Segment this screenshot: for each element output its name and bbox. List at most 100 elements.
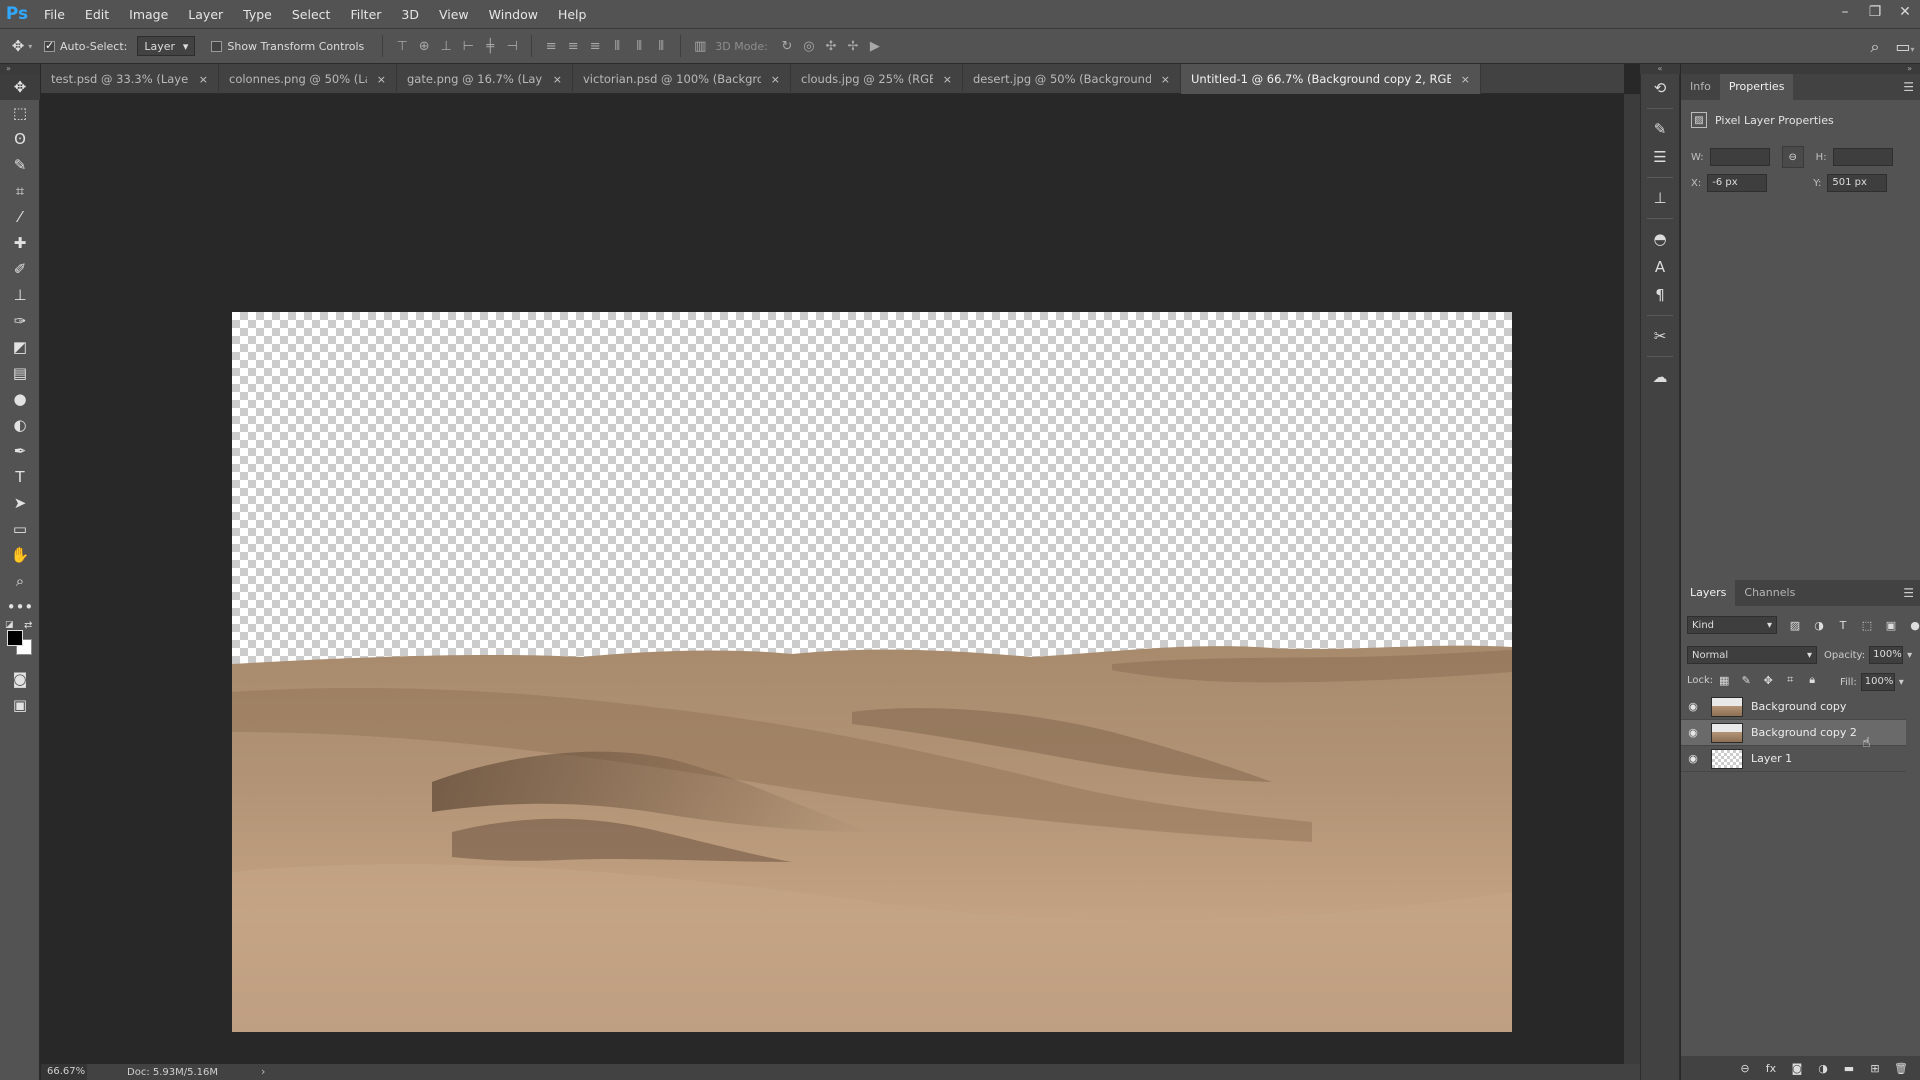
tab-test-psd[interactable]: test.psd @ 33.3% (Layer 3, RGB/8... × <box>41 64 219 94</box>
move-tool-preset-icon[interactable]: ✥ ▾ <box>0 37 44 55</box>
canvas-workspace[interactable] <box>41 94 1624 1064</box>
layer-row[interactable]: ◉ Background copy <box>1681 694 1906 720</box>
opacity-field[interactable]: 100% <box>1869 646 1904 664</box>
tab-info[interactable]: Info <box>1681 74 1720 100</box>
adjustment-layer-icon[interactable]: ◑ <box>1810 1062 1836 1075</box>
new-group-icon[interactable]: ▬ <box>1836 1062 1862 1075</box>
eye-icon[interactable]: ◉ <box>1681 726 1705 739</box>
quick-selection-tool-icon[interactable]: ✎ <box>0 152 40 178</box>
3d-orbit-icon[interactable]: ↻ <box>776 35 798 57</box>
status-menu-arrow-icon[interactable]: › <box>261 1064 265 1080</box>
tab-desert-jpg[interactable]: desert.jpg @ 50% (Background c... × <box>963 64 1181 94</box>
zoom-tool-icon[interactable]: ⌕ <box>0 568 40 594</box>
kind-filter-dropdown[interactable]: Kind ▾ <box>1687 616 1777 634</box>
default-colors-icon[interactable]: ◪ <box>5 620 14 630</box>
menu-type[interactable]: Type <box>233 0 282 29</box>
clone-source-icon[interactable]: ⊥ <box>1641 184 1679 212</box>
crop-tool-icon[interactable]: ⌗ <box>0 178 40 204</box>
distribute-bottom-icon[interactable]: ≡ <box>584 35 606 57</box>
width-field[interactable] <box>1709 148 1770 166</box>
lock-transparent-pixels-icon[interactable]: ▦ <box>1713 674 1735 687</box>
pixel-filter-icon[interactable]: ▨ <box>1783 619 1807 632</box>
3d-slide-icon[interactable]: ✢ <box>842 35 864 57</box>
close-icon[interactable]: × <box>771 73 780 86</box>
distribute-vertical-centers-icon[interactable]: ≡ <box>562 35 584 57</box>
hand-tool-icon[interactable]: ✋ <box>0 542 40 568</box>
tab-colonnes-png[interactable]: colonnes.png @ 50% (Layer 0, R... × <box>219 64 397 94</box>
menu-select[interactable]: Select <box>282 0 341 29</box>
menu-file[interactable]: File <box>34 0 75 29</box>
dodge-tool-icon[interactable]: ◐ <box>0 412 40 438</box>
eraser-tool-icon[interactable]: ◩ <box>0 334 40 360</box>
distribute-left-icon[interactable]: ⫴ <box>606 35 628 57</box>
align-top-edges-icon[interactable]: ⊤ <box>391 35 413 57</box>
blend-mode-dropdown[interactable]: Normal ▾ <box>1687 646 1817 664</box>
3d-roll-icon[interactable]: ◎ <box>798 35 820 57</box>
lasso-tool-icon[interactable]: ʘ <box>0 126 40 152</box>
move-tool-icon[interactable]: ✥ <box>0 74 40 100</box>
show-transform-controls-checkbox[interactable] <box>211 40 223 52</box>
eye-icon[interactable]: ◉ <box>1681 752 1705 765</box>
swap-colors-icon[interactable]: ⇄ <box>24 620 32 631</box>
rectangular-marquee-tool-icon[interactable]: ⬚ <box>0 100 40 126</box>
brush-tool-icon[interactable]: ✐ <box>0 256 40 282</box>
character-panel-icon[interactable]: A <box>1641 253 1679 281</box>
link-icon[interactable]: ⊖ <box>1781 146 1804 168</box>
brush-settings-icon[interactable]: ☰ <box>1641 143 1679 171</box>
brush-panel-icon[interactable]: ✎ <box>1641 115 1679 143</box>
type-filter-icon[interactable]: T <box>1831 619 1855 632</box>
panels-collapse-handle[interactable]: » <box>1681 64 1920 74</box>
foreground-color-swatch[interactable] <box>7 630 23 646</box>
document-canvas[interactable] <box>232 312 1512 1032</box>
menu-layer[interactable]: Layer <box>178 0 233 29</box>
menu-image[interactable]: Image <box>119 0 178 29</box>
3d-scale-icon[interactable]: ▶ <box>864 35 886 57</box>
more-tools-icon[interactable]: ••• <box>0 594 40 620</box>
close-icon[interactable]: × <box>943 73 952 86</box>
zoom-level-field[interactable]: 66.67% <box>41 1064 87 1080</box>
eyedropper-tool-icon[interactable]: ⁄ <box>0 204 40 230</box>
search-icon[interactable]: ⌕ <box>1860 37 1890 57</box>
libraries-icon[interactable]: ☁ <box>1641 363 1679 391</box>
align-left-edges-icon[interactable]: ⊢ <box>457 35 479 57</box>
restore-button[interactable]: ❐ <box>1860 0 1890 24</box>
menu-edit[interactable]: Edit <box>75 0 119 29</box>
close-icon[interactable]: × <box>1461 73 1470 86</box>
photoshop-logo[interactable]: Ps <box>0 0 34 29</box>
align-right-edges-icon[interactable]: ⊣ <box>501 35 523 57</box>
new-layer-icon[interactable]: ⊞ <box>1862 1062 1888 1075</box>
tab-layers[interactable]: Layers <box>1681 580 1736 606</box>
menu-window[interactable]: Window <box>479 0 548 29</box>
filter-toggle-icon[interactable]: ● <box>1903 619 1920 632</box>
minimize-button[interactable]: – <box>1830 0 1860 24</box>
tab-gate-png[interactable]: gate.png @ 16.7% (Layer 0, RGB... × <box>397 64 573 94</box>
eye-icon[interactable]: ◉ <box>1681 700 1705 713</box>
tab-untitled-1[interactable]: Untitled-1 @ 66.7% (Background copy 2, R… <box>1181 64 1481 94</box>
tab-properties[interactable]: Properties <box>1719 74 1794 100</box>
lock-artboard-icon[interactable]: ⌗ <box>1779 673 1801 687</box>
toolbar-collapse-handle[interactable]: » <box>0 64 40 74</box>
distribute-horizontal-centers-icon[interactable]: ⫴ <box>628 35 650 57</box>
smart-object-filter-icon[interactable]: ▣ <box>1879 619 1903 632</box>
3d-panel-icon[interactable]: ◓ <box>1641 225 1679 253</box>
x-field[interactable]: -6 px <box>1707 174 1768 192</box>
adjustment-filter-icon[interactable]: ◑ <box>1807 619 1831 632</box>
align-vertical-centers-icon[interactable]: ⊕ <box>413 35 435 57</box>
panel-menu-icon[interactable]: ☰ <box>1903 74 1914 100</box>
shape-filter-icon[interactable]: ⬚ <box>1855 619 1879 632</box>
auto-align-layers-icon[interactable]: ▥ <box>689 35 711 57</box>
link-layers-icon[interactable]: ⊖ <box>1732 1062 1758 1075</box>
menu-3d[interactable]: 3D <box>391 0 429 29</box>
paragraph-panel-icon[interactable]: ¶ <box>1641 281 1679 309</box>
menu-view[interactable]: View <box>429 0 479 29</box>
height-field[interactable] <box>1832 148 1893 166</box>
distribute-right-icon[interactable]: ⫴ <box>650 35 672 57</box>
tool-presets-icon[interactable]: ✂ <box>1641 322 1679 350</box>
clone-stamp-tool-icon[interactable]: ⊥ <box>0 282 40 308</box>
healing-brush-tool-icon[interactable]: ✚ <box>0 230 40 256</box>
gradient-tool-icon[interactable]: ▤ <box>0 360 40 386</box>
panel-menu-icon[interactable]: ☰ <box>1903 580 1914 606</box>
lock-all-icon[interactable]: 🔒︎ <box>1801 673 1823 687</box>
align-horizontal-centers-icon[interactable]: ╪ <box>479 35 501 57</box>
close-icon[interactable]: × <box>1161 73 1170 86</box>
